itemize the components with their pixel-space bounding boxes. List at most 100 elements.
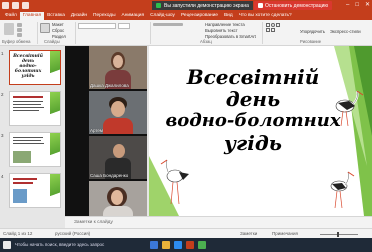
participant-face <box>111 101 125 117</box>
stop-share-button[interactable]: Остановить демонстрацию <box>254 1 333 10</box>
app-icon[interactable] <box>198 241 206 249</box>
thumb-image <box>13 189 27 203</box>
thumb-text-line <box>13 96 43 98</box>
comments-toggle-button[interactable]: Примечания <box>272 231 298 236</box>
leaf-decoration <box>50 51 60 84</box>
shape-textbox-icon[interactable] <box>276 23 280 27</box>
title-line: день <box>225 87 281 111</box>
explorer-icon[interactable] <box>162 241 170 249</box>
shape-rectangle-icon[interactable] <box>266 23 270 27</box>
bullets-icon[interactable] <box>153 23 183 26</box>
video-call-panel: Дашка Джалилова Артем Саша Бондаренко Ка… <box>65 46 147 226</box>
stork-right-icon <box>330 171 355 209</box>
slide-editor: Всесвітній день водно-болотних угідь <box>147 46 372 216</box>
ribbon: Буфер обмена Макет Сброс Раздел Слайды Н… <box>0 20 372 46</box>
group-drawing: Рисование <box>300 39 322 44</box>
redo-icon[interactable] <box>22 2 29 9</box>
status-bar: Слайд 1 из 12 русский (Россия) Заметки П… <box>0 228 372 238</box>
tell-me-search[interactable]: Что вы хотите сделать? <box>236 12 295 20</box>
thumb-number: 1 <box>1 51 4 56</box>
slide-counter: Слайд 1 из 12 <box>3 231 33 236</box>
participant-name: Артем <box>90 128 104 133</box>
share-banner-text: Вы запустили демонстрацию экрана <box>164 2 249 9</box>
leaf-shape <box>149 156 179 216</box>
slide-thumbnail-2[interactable] <box>9 91 61 126</box>
shape-arrow-icon[interactable] <box>266 28 270 32</box>
save-icon[interactable] <box>2 2 9 9</box>
new-slide-icon[interactable] <box>40 23 50 33</box>
tab-home[interactable]: Главная <box>19 12 45 20</box>
participant-name: Саша Бондаренко <box>90 173 129 178</box>
font-size-field[interactable] <box>118 23 130 29</box>
zoom-icon[interactable] <box>174 241 182 249</box>
thumb-number: 2 <box>1 92 4 97</box>
leaf-decoration <box>50 133 60 166</box>
slide-thumbnail-3[interactable] <box>9 132 61 167</box>
tab-design[interactable]: Дизайн <box>68 12 90 20</box>
slide-title[interactable]: Всесвітній день водно-болотних угідь <box>153 66 353 154</box>
maximize-icon[interactable]: □ <box>355 1 359 10</box>
zoom-slider-knob[interactable] <box>337 232 339 237</box>
tab-transitions[interactable]: Переходы <box>90 12 119 20</box>
tab-animations[interactable]: Анимация <box>119 12 148 20</box>
participant-tile[interactable]: Дашка Джалилова <box>89 46 147 89</box>
layout-button[interactable]: Макет <box>52 22 64 27</box>
thumb-text-line <box>13 140 41 141</box>
thumb-text-line <box>13 107 44 108</box>
align-text-button[interactable]: Выровнять текст <box>205 28 238 33</box>
start-icon[interactable] <box>3 241 11 249</box>
thumb-text-line <box>13 178 37 180</box>
ribbon-tabs: Файл Главная Вставка Дизайн Переходы Ани… <box>0 11 372 20</box>
notes-toggle-button[interactable]: Заметки <box>240 231 257 236</box>
thumb-text-line <box>13 137 43 138</box>
tab-file[interactable]: Файл <box>2 12 20 20</box>
participant-name: Дашка Джалилова <box>90 83 129 88</box>
tab-insert[interactable]: Вставка <box>44 12 68 20</box>
app-icon[interactable] <box>150 241 158 249</box>
thumb-text-line <box>13 104 41 105</box>
slide-thumbnail-1[interactable]: Всесвітній день водно-болотних угідь <box>9 50 61 85</box>
share-status-icon <box>156 3 161 8</box>
shape-oval-icon[interactable] <box>271 23 275 27</box>
participant-body <box>103 118 133 134</box>
paste-icon[interactable] <box>4 23 14 35</box>
group-slides: Слайды <box>44 39 60 44</box>
leaf-decoration <box>50 92 60 125</box>
group-paragraph: Абзац <box>200 39 212 44</box>
group-clipboard: Буфер обмена <box>2 39 31 44</box>
participant-face <box>111 190 123 205</box>
thumb-text-line <box>13 101 43 102</box>
close-icon[interactable]: ✕ <box>365 1 370 10</box>
text-direction-button[interactable]: Направление текста <box>205 22 245 27</box>
thumb-text-line <box>13 182 33 184</box>
language-indicator[interactable]: русский (Россия) <box>55 231 90 236</box>
tab-review[interactable]: Рецензирование <box>178 12 221 20</box>
participant-face <box>113 55 123 68</box>
thumb-text-line <box>13 110 39 111</box>
thumb-number: 3 <box>1 133 4 138</box>
shape-line-icon[interactable] <box>271 28 275 32</box>
reset-button[interactable]: Сброс <box>52 28 64 33</box>
minimize-icon[interactable]: – <box>346 1 349 10</box>
convert-smartart-button[interactable]: Преобразовать в SmartArt <box>205 34 256 39</box>
quick-styles-button[interactable]: Экспресс-стили <box>330 29 361 34</box>
slide[interactable]: Всесвітній день водно-болотних угідь <box>149 46 372 216</box>
zoom-slider[interactable] <box>320 234 358 235</box>
format-painter-icon[interactable] <box>17 33 22 37</box>
notes-pane[interactable]: Заметки к слайду <box>65 216 372 228</box>
arrange-button[interactable]: Упорядочить <box>300 29 325 34</box>
slide-thumbnail-4[interactable] <box>9 173 61 208</box>
tab-view[interactable]: Вид <box>221 12 236 20</box>
font-name-field[interactable] <box>78 23 116 29</box>
cut-icon[interactable] <box>17 23 22 27</box>
copy-icon[interactable] <box>17 28 22 32</box>
taskbar-search[interactable]: Чтобы начать поиск, введите здесь запрос <box>15 242 104 247</box>
undo-icon[interactable] <box>12 2 19 9</box>
title-line: Всесвітній <box>186 65 320 89</box>
participant-tile[interactable]: Артем <box>89 91 147 134</box>
participant-tile[interactable]: Саша Бондаренко <box>89 136 147 179</box>
tab-slideshow[interactable]: Слайд-шоу <box>147 12 178 20</box>
stop-icon <box>258 3 263 8</box>
powerpoint-icon[interactable] <box>186 241 194 249</box>
screen-share-banner: Вы запустили демонстрацию экрана <box>152 1 253 10</box>
